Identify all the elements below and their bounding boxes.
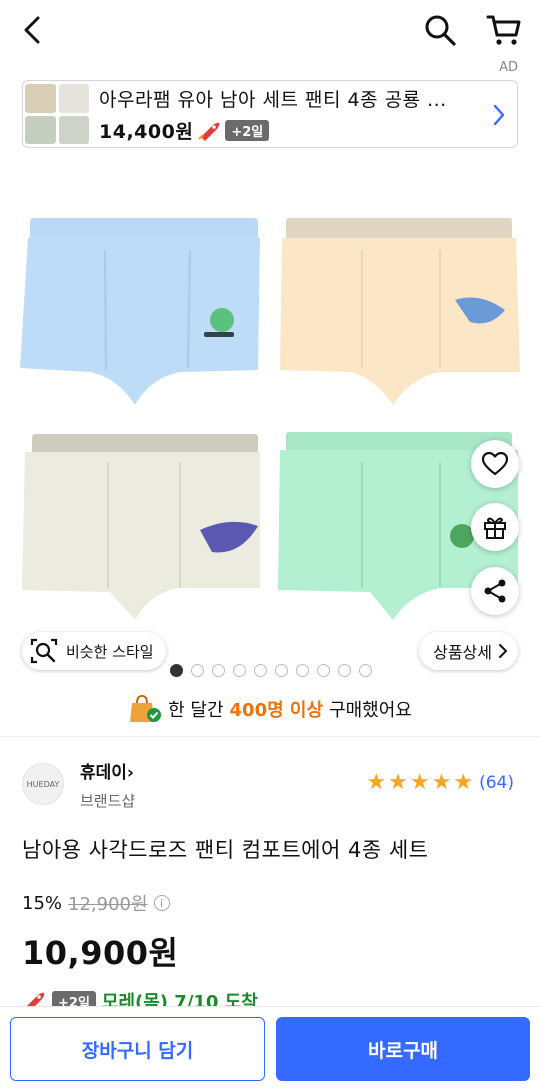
ad-thumbnail bbox=[25, 84, 89, 144]
divider bbox=[0, 736, 540, 737]
image-search-icon bbox=[30, 638, 58, 664]
chevron-right-icon: › bbox=[126, 763, 134, 783]
pagination-dot[interactable] bbox=[296, 664, 309, 677]
ad-shipping-badge: +2일 bbox=[225, 120, 270, 141]
star-icon: ★ bbox=[366, 770, 387, 795]
original-price: 12,900원 bbox=[68, 894, 148, 915]
brand-name: 휴데이 bbox=[80, 763, 127, 783]
product-title: 남아용 사각드로즈 팬티 컴포트에어 4종 세트 bbox=[22, 838, 429, 862]
ad-label: AD bbox=[499, 60, 518, 75]
star-icon: ★ bbox=[388, 770, 408, 795]
price-box: 15% 12,900원 i 10,900원 bbox=[22, 890, 178, 974]
rating[interactable]: ★ ★ ★ ★ ★ (64) bbox=[366, 772, 514, 794]
ad-arrow bbox=[489, 101, 509, 129]
rocket-icon bbox=[198, 122, 220, 141]
brand-logo-text: HUEDAY bbox=[26, 779, 60, 789]
pagination-dot[interactable] bbox=[212, 664, 225, 677]
info-icon[interactable]: i bbox=[153, 895, 170, 911]
purchase-stat-suffix: 구매했어요 bbox=[329, 700, 412, 721]
chevron-right-icon bbox=[499, 644, 508, 658]
chevron-left-icon bbox=[24, 16, 40, 44]
ad-banner[interactable]: 아우라팸 유아 남아 세트 팬티 4종 공룡 ... 14,400원 +2일 bbox=[22, 80, 518, 148]
pagination-dot[interactable] bbox=[191, 664, 204, 677]
chevron-right-icon bbox=[493, 104, 505, 126]
gift-button[interactable] bbox=[471, 503, 519, 551]
buy-now-button[interactable]: 바로구매 bbox=[276, 1017, 530, 1081]
ad-title: 아우라팸 유아 남아 세트 팬티 4종 공룡 ... bbox=[99, 89, 447, 111]
brand-logo[interactable]: HUEDAY bbox=[22, 763, 64, 805]
back-button[interactable] bbox=[14, 12, 50, 48]
wishlist-button[interactable] bbox=[471, 440, 519, 488]
similar-style-label: 비슷한 스타일 bbox=[66, 642, 154, 661]
product-detail-label: 상품상세 bbox=[433, 643, 492, 662]
share-button[interactable] bbox=[471, 567, 519, 615]
star-icon: ★ bbox=[453, 770, 474, 795]
discount-rate: 15% bbox=[22, 892, 63, 914]
pagination-dot[interactable] bbox=[317, 664, 330, 677]
top-bar bbox=[0, 0, 540, 60]
product-detail-button[interactable]: 상품상세 bbox=[419, 632, 518, 670]
review-count[interactable]: (64) bbox=[479, 773, 514, 793]
pagination-dot[interactable] bbox=[233, 664, 246, 677]
cart-button[interactable] bbox=[482, 10, 526, 50]
brand-name-link[interactable]: 휴데이› bbox=[80, 758, 134, 783]
gallery-pagination bbox=[170, 664, 372, 677]
gift-icon bbox=[484, 517, 506, 539]
sale-price: 10,900원 bbox=[22, 934, 179, 972]
star-icon: ★ bbox=[431, 770, 452, 795]
discount-row: 15% 12,900원 i bbox=[22, 890, 178, 916]
bottom-action-bar: 장바구니 담기 바로구매 bbox=[0, 1006, 540, 1091]
pagination-dot[interactable] bbox=[254, 664, 267, 677]
add-to-cart-button[interactable]: 장바구니 담기 bbox=[10, 1017, 265, 1081]
similar-style-button[interactable]: 비슷한 스타일 bbox=[22, 632, 166, 670]
pagination-dot[interactable] bbox=[170, 664, 183, 677]
pagination-dot[interactable] bbox=[359, 664, 372, 677]
purchase-stat: 한 달간 400명 이상 구매했어요 bbox=[0, 694, 540, 724]
shopping-bag-icon bbox=[130, 694, 162, 722]
search-icon bbox=[425, 15, 456, 46]
ad-price-row: 14,400원 +2일 bbox=[99, 117, 270, 144]
star-icon: ★ bbox=[409, 770, 430, 795]
search-button[interactable] bbox=[420, 10, 460, 50]
heart-icon bbox=[482, 452, 508, 476]
product-image-gallery[interactable] bbox=[0, 200, 540, 620]
pagination-dot[interactable] bbox=[275, 664, 288, 677]
brand-shop-label: 브랜드샵 bbox=[80, 792, 136, 810]
share-icon bbox=[484, 579, 506, 603]
ad-price: 14,400원 bbox=[99, 121, 194, 143]
product-image bbox=[20, 218, 520, 620]
pagination-dot[interactable] bbox=[338, 664, 351, 677]
purchase-stat-prefix: 한 달간 bbox=[168, 700, 224, 721]
cart-icon bbox=[486, 15, 521, 45]
purchase-stat-highlight: 400명 이상 bbox=[229, 700, 324, 721]
star-rating: ★ ★ ★ ★ ★ bbox=[366, 772, 473, 794]
